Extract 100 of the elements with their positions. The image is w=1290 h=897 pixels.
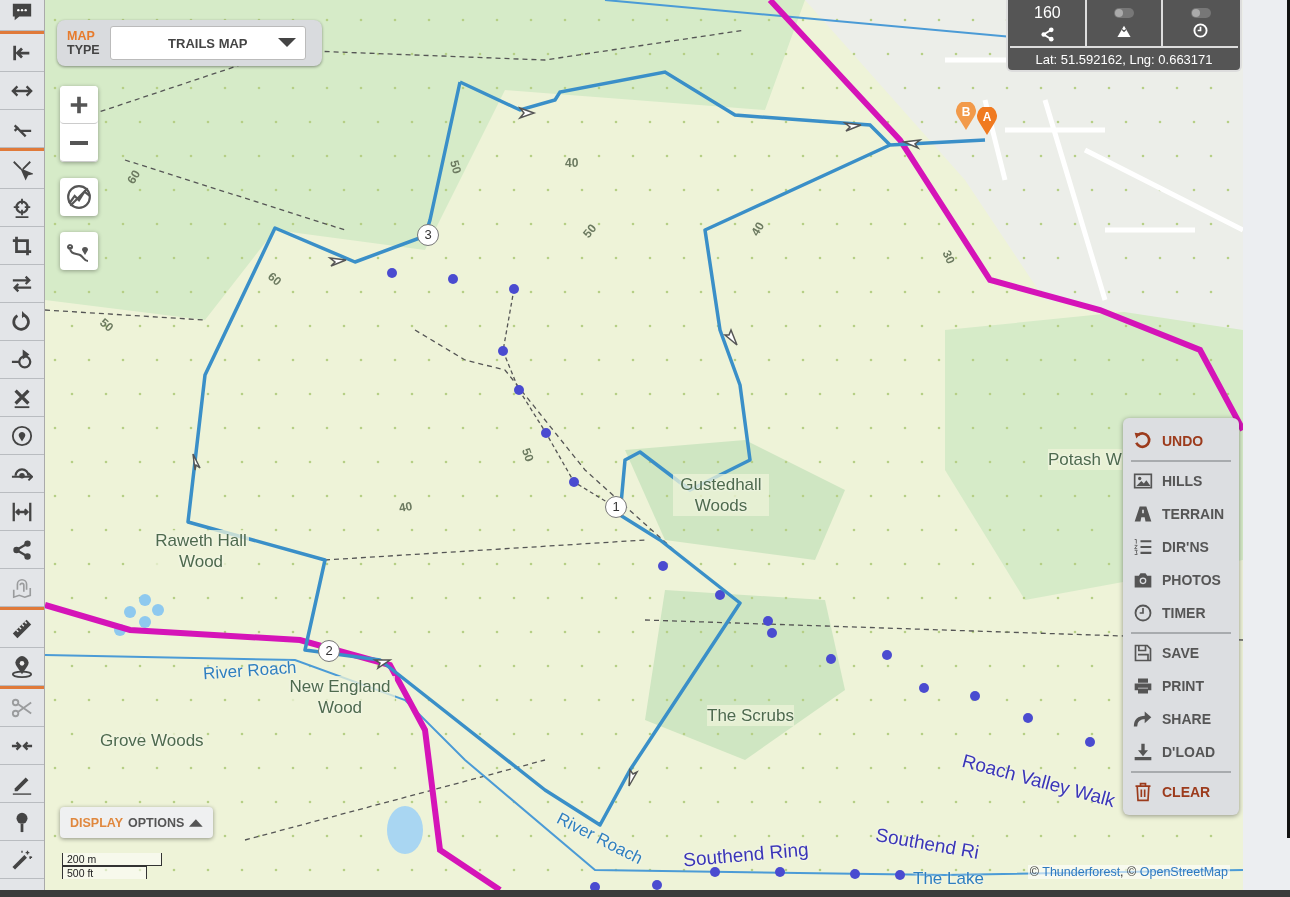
speech-bubble-tool[interactable] (0, 0, 44, 31)
direction-arrow (722, 328, 738, 346)
map-label: Gustedhall Woods (673, 474, 769, 516)
trail-dot (448, 274, 458, 284)
menu-item[interactable]: TIMER (1131, 598, 1231, 628)
toggle-switch[interactable] (1190, 8, 1211, 18)
contour-label: 50 (97, 315, 117, 335)
map-type-label: TYPE (67, 43, 100, 57)
trail-dot (569, 477, 579, 487)
pond-group (114, 594, 164, 636)
menu-item[interactable]: PHOTOS (1131, 565, 1231, 595)
trail-dot (850, 869, 860, 879)
route-pin[interactable]: A (977, 107, 997, 135)
menu-item[interactable]: CLEAR (1131, 777, 1231, 807)
download-icon (1133, 742, 1153, 762)
contour-label: 60 (265, 269, 285, 289)
elevation-chart-button[interactable] (60, 178, 98, 216)
trail-dot (710, 867, 720, 877)
trail-dot (498, 346, 508, 356)
scale-bar: 200 m (62, 853, 162, 866)
contour-label: 40 (565, 156, 579, 170)
trail-dot (541, 428, 551, 438)
clock-icon (1133, 603, 1153, 623)
image-icon (1133, 471, 1153, 491)
trail-dot (658, 561, 668, 571)
curved-arrow-icon (1133, 709, 1153, 729)
circle-arrow-icon (11, 348, 33, 371)
minus-icon (70, 140, 88, 145)
chart-line-icon (66, 184, 92, 210)
trail-dot (919, 683, 929, 693)
direction-arrow (327, 256, 347, 267)
share-icon (11, 538, 33, 561)
undo-icon (1133, 431, 1153, 451)
direction-arrow (372, 659, 393, 670)
clock-icon (1193, 23, 1209, 38)
contour-label: 50 (518, 446, 537, 464)
contour-label: 30 (939, 248, 958, 266)
map-label: Southend Ri (873, 824, 981, 863)
direction-arrow (192, 453, 201, 471)
map-label: Roach Valley Walk (959, 750, 1118, 811)
map-label: Potash W (1048, 449, 1122, 470)
trail-dot (509, 284, 519, 294)
numbered-list-icon (1133, 537, 1153, 557)
menu-item[interactable]: D'LOAD (1131, 737, 1231, 767)
trail-dot (970, 691, 980, 701)
printer-icon (1133, 676, 1153, 696)
contour-label: 40 (748, 219, 768, 239)
map-type-dropdown[interactable]: TRAILS MAP (109, 26, 306, 60)
scale-bar: 500 ft (62, 866, 147, 879)
menu-item[interactable]: DIR'NS (1131, 532, 1231, 562)
trail-dot (652, 880, 662, 890)
direction-arrow (842, 121, 862, 132)
caret-icon (278, 38, 296, 47)
trail-dot (767, 628, 777, 638)
caret-up-icon (189, 818, 203, 827)
menu-item[interactable]: HILLS (1131, 466, 1231, 496)
trail-dot (715, 590, 725, 600)
route-button[interactable] (60, 232, 98, 270)
direction-arrow (901, 138, 923, 150)
attribution-link[interactable]: OpenStreetMap (1139, 865, 1228, 879)
zoom-in-button[interactable] (60, 86, 98, 124)
trail-dot (763, 616, 773, 626)
lake (387, 806, 423, 854)
attribution-text: © Thunderforest, © OpenStreetMap (1027, 865, 1230, 879)
trash-icon (1133, 782, 1153, 802)
display-options-button[interactable]: DISPLAY OPTIONS (60, 807, 213, 838)
ruler-icon (11, 617, 33, 640)
camera-icon (1133, 570, 1153, 590)
trail-dot (1023, 713, 1033, 723)
menu-item[interactable]: SAVE (1131, 638, 1231, 668)
contour-label: 50 (580, 221, 600, 241)
map-label: Southend Ring (682, 838, 810, 871)
location-pin-icon (11, 424, 33, 447)
menu-item[interactable]: PRINT (1131, 671, 1231, 701)
contour-label: 40 (397, 498, 414, 516)
magic-wand-icon (11, 848, 33, 871)
trail-dot (1085, 737, 1095, 747)
trail-dot (826, 654, 836, 664)
menu-item[interactable]: SHARE (1131, 704, 1231, 734)
width-icon (11, 500, 33, 523)
direction-arrow (517, 106, 537, 120)
coordinates-text: Lat: 51.592162, Lng: 0.663171 (1034, 51, 1214, 67)
map-type-label: MAP (67, 29, 96, 43)
road-icon (1133, 504, 1153, 524)
contour-label: 50 (447, 158, 465, 176)
crop-icon (11, 234, 33, 257)
menu-item[interactable]: UNDO (1131, 426, 1231, 456)
distance-value: 160 (1034, 4, 1061, 22)
zoom-out-button[interactable] (60, 124, 98, 162)
share-icon (1039, 27, 1055, 42)
menu-item[interactable]: TERRAIN (1131, 499, 1231, 529)
direction-arrow (628, 767, 639, 787)
trail-dot (775, 867, 785, 877)
trail-dot (387, 268, 397, 278)
rotate-icon (11, 310, 33, 333)
cursor-nodes-icon (11, 158, 33, 181)
contour-label: 60 (124, 167, 144, 187)
trail-dot (895, 870, 905, 880)
toggle-switch[interactable] (1114, 8, 1134, 18)
map-label: The Scrubs (707, 705, 794, 726)
